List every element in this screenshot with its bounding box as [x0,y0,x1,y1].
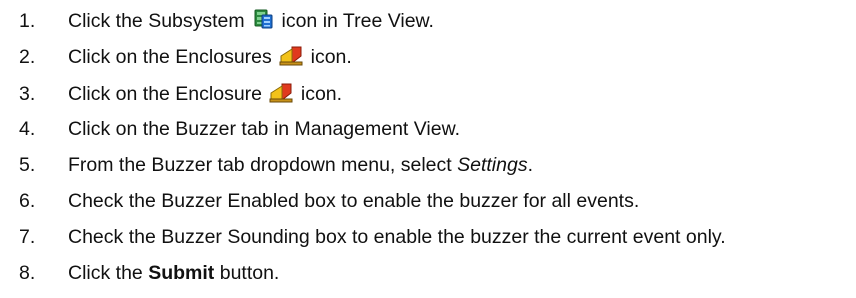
step-text: Click the Subsystem icon in Tree View. [68,6,434,36]
settings-emphasis: Settings [457,154,528,176]
step-number: 2. [19,46,36,68]
step-text-part: icon. [300,83,343,105]
step-text-part: . [527,154,533,176]
step-text: Check the Buzzer Sounding box to enable … [68,226,726,248]
step-text-part: From the Buzzer tab dropdown menu, selec… [68,154,452,176]
step-number: 5. [19,154,36,176]
subsystem-icon [252,8,274,30]
step-text-part: Click on the Enclosure [68,83,263,105]
step-text: Check the Buzzer Enabled box to enable t… [68,190,640,212]
step-text: Click on the Enclosures icon. [68,42,352,72]
step-text-part: icon. [310,46,352,68]
step-number: 1. [19,10,36,32]
step-number: 8. [19,262,36,284]
step-text: Click on the Enclosure icon. [68,79,342,109]
step-number: 3. [19,83,36,105]
enclosure-icon [279,46,303,66]
step-text-part: Click on the Enclosures [68,46,272,68]
step-text-part: Click the [68,262,143,284]
step-text-part: button. [219,262,280,284]
submit-emphasis: Submit [148,262,215,284]
step-text: Click the Submit button. [68,258,279,288]
step-text: From the Buzzer tab dropdown menu, selec… [68,150,533,180]
step-text-part: Click the Subsystem [68,10,245,32]
step-text: Click on the Buzzer tab in Management Vi… [68,118,461,140]
step-number: 6. [19,190,36,212]
step-number: 7. [19,226,36,248]
instruction-list: 1. Click the Subsystem icon in Tree View… [0,0,856,298]
enclosure-icon [269,83,293,103]
step-number: 4. [19,118,36,140]
step-text-part: icon in Tree View. [281,10,434,32]
